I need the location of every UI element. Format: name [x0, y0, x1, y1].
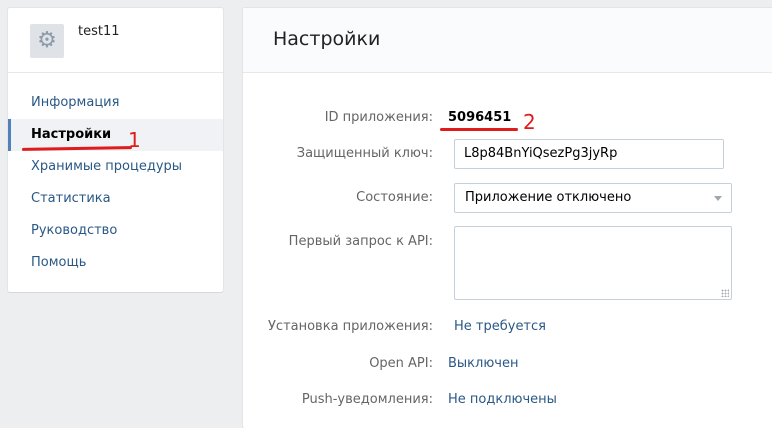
main-panel: Настройки ID приложения: 5096451 Защищен… [243, 8, 772, 428]
sidebar-nav: Информация Настройки Хранимые процедуры … [8, 73, 223, 279]
secret-key-field[interactable]: L8p84BnYiQsezPg3jyRp [454, 139, 724, 169]
first-api-request-textarea[interactable] [454, 226, 732, 300]
push-label: Push-уведомления: [301, 392, 433, 407]
sidebar-item-guide[interactable]: Руководство [8, 215, 223, 247]
open-api-link[interactable]: Выключен [448, 356, 518, 371]
push-link[interactable]: Не подключены [448, 392, 557, 407]
annotation-number-1: 1 [128, 128, 141, 152]
chevron-down-icon [714, 196, 722, 201]
first-api-request-label: Первый запрос к API: [288, 234, 433, 249]
sidebar-item-help[interactable]: Помощь [8, 247, 223, 279]
installation-link[interactable]: Не требуется [454, 319, 546, 334]
installation-label: Установка приложения: [268, 319, 433, 334]
annotation-number-2: 2 [523, 110, 536, 134]
secret-key-label: Защищенный ключ: [296, 146, 433, 161]
main-header: Настройки [243, 8, 772, 73]
app-name[interactable]: test11 [78, 24, 120, 39]
state-select-value: Приложение отключено [465, 190, 632, 205]
resize-grip-icon[interactable] [721, 289, 729, 297]
annotation-underline-2 [440, 128, 518, 131]
state-label: Состояние: [356, 190, 433, 205]
gear-icon: ⚙ [30, 24, 64, 58]
sidebar-item-info[interactable]: Информация [8, 87, 223, 119]
open-api-label: Open API: [369, 356, 433, 371]
app-id-label: ID приложения: [324, 110, 433, 125]
app-header: ⚙ test11 [8, 8, 223, 73]
sidebar-item-statistics[interactable]: Статистика [8, 183, 223, 215]
sidebar-item-stored-procedures[interactable]: Хранимые процедуры [8, 151, 223, 183]
state-select[interactable]: Приложение отключено [454, 183, 732, 213]
app-id-value: 5096451 [448, 110, 512, 125]
page-title: Настройки [273, 28, 381, 50]
